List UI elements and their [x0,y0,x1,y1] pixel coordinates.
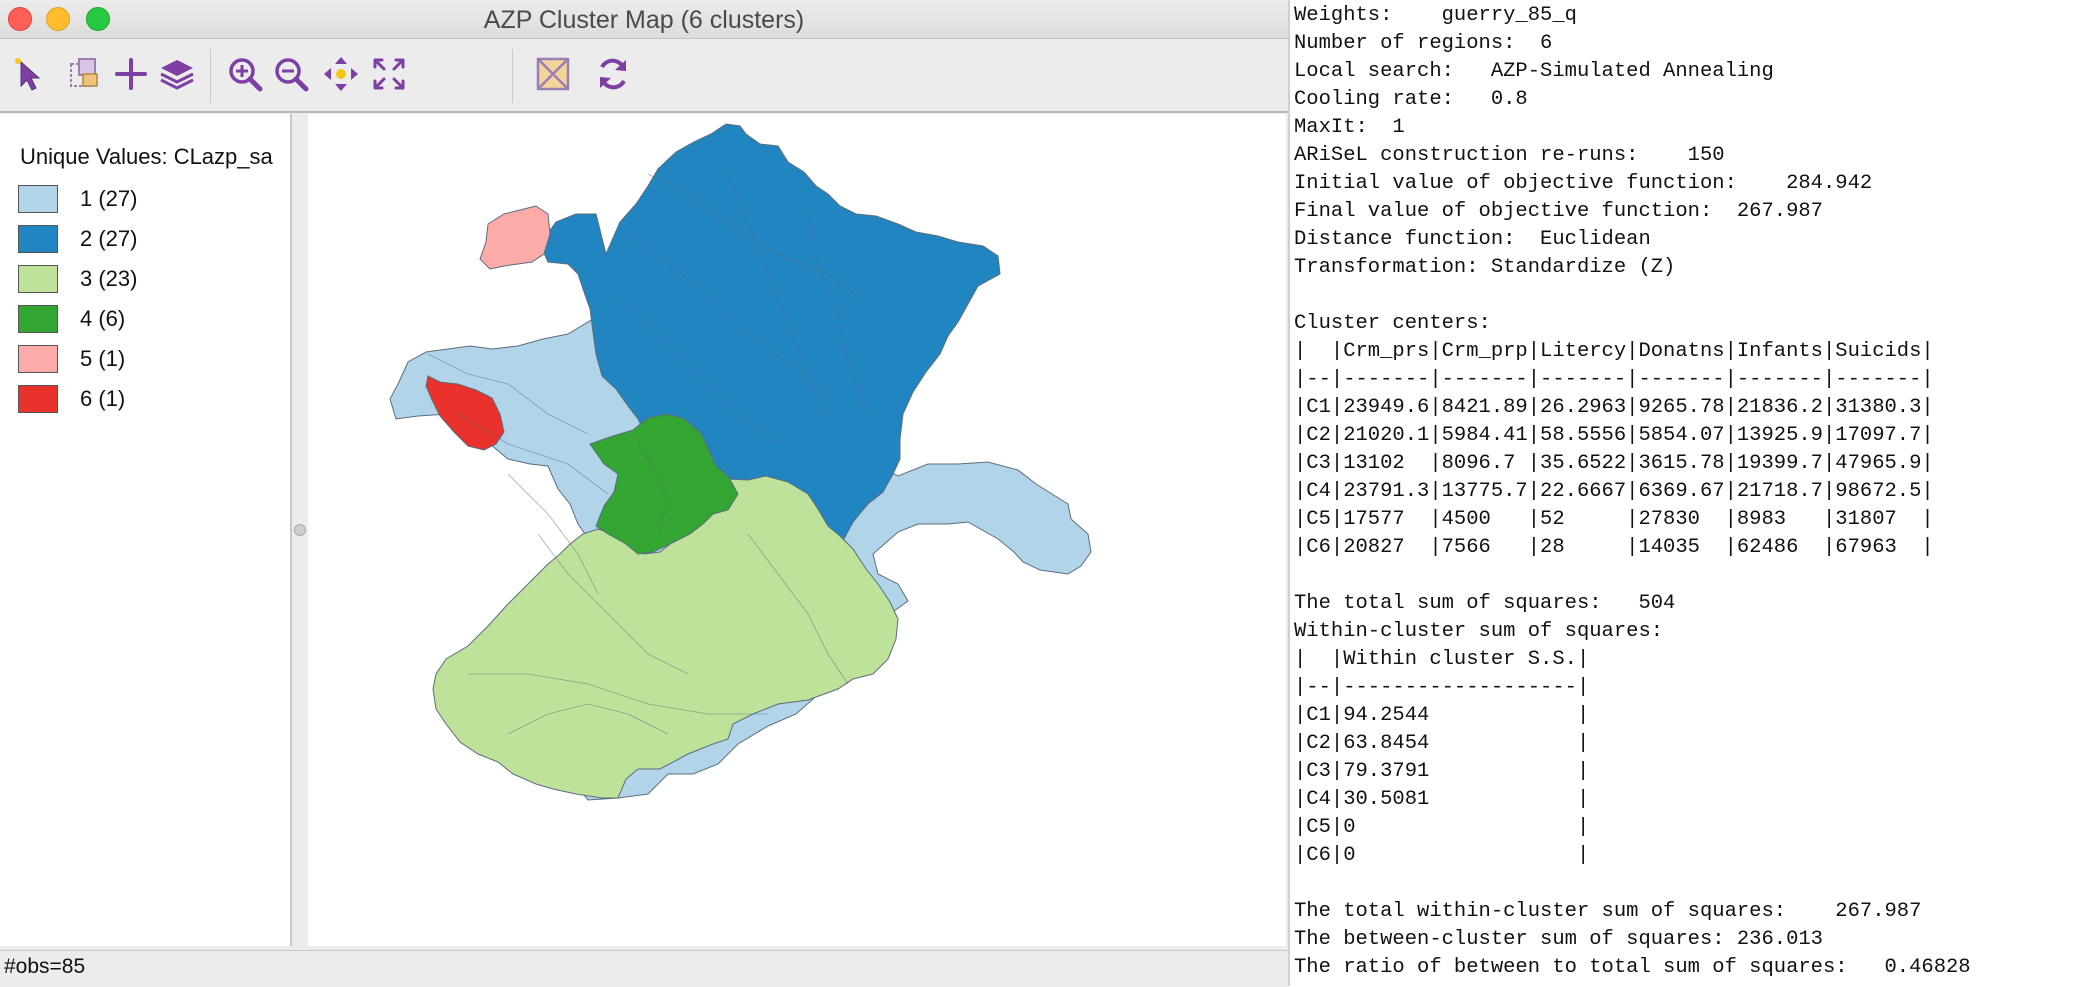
table-row: |C1|23949.6|8421.89|26.2963|9265.78|2183… [1294,396,1934,419]
report-line: Final value of objective function: 267.9… [1294,200,1823,223]
plus-icon [111,54,151,99]
report-line: ARiSeL construction re-runs: 150 [1294,144,1725,167]
pointer-icon [9,54,49,99]
table-row: |C5|17577 |4500 |52 |27830 |8983 |31807 … [1294,508,1934,531]
observation-count: #obs=85 [4,955,86,978]
table-row: | |Within cluster S.S.| [1294,648,1590,671]
map-toolbar [0,39,1288,113]
report-line: MaxIt: 1 [1294,116,1405,139]
legend-label: 1 (27) [80,186,138,211]
report-line [1294,870,1971,898]
legend-swatch-cluster-3 [18,265,58,293]
title-bar[interactable]: AZP Cluster Map (6 clusters) [0,0,1288,39]
basemap-button[interactable] [530,53,576,99]
table-row: | |Crm_prs|Crm_prp|Litercy|Donatns|Infan… [1294,340,1934,363]
legend-label: 5 (1) [80,346,126,371]
legend-swatch-cluster-5 [18,345,58,373]
table-row: |--|-------|-------|-------|-------|----… [1294,368,1934,391]
fit-extent-icon [369,54,409,99]
zoom-out-icon [271,54,311,99]
report-line: Local search: AZP-Simulated Annealing [1294,60,1774,83]
table-row: |C4|23791.3|13775.7|22.6667|6369.67|2171… [1294,480,1934,503]
table-row: |C6|20827 |7566 |28 |14035 |62486 |67963… [1294,536,1934,559]
legend-swatch-cluster-6 [18,385,58,413]
layers-button[interactable] [154,53,200,99]
table-row: |C6|0 | [1294,844,1590,867]
legend-label: 6 (1) [80,386,126,411]
table-row: |C2|63.8454 | [1294,732,1590,755]
zoom-in-icon [225,54,265,99]
select-tool-button[interactable] [6,53,52,99]
report-line: Number of regions: 6 [1294,32,1553,55]
table-row: |C4|30.5081 | [1294,788,1590,811]
refresh-icon [593,54,633,99]
report-line [1294,282,1971,310]
legend-title: Unique Values: CLazp_sa [20,144,273,169]
selection-shape-icon [65,54,105,99]
pan-icon [321,54,361,99]
panel-splitter[interactable] [292,114,308,946]
selection-shape-button[interactable] [62,53,108,99]
legend-swatch-cluster-4 [18,305,58,333]
report-line: The total within-cluster sum of squares:… [1294,900,1922,923]
table-row: |C1|94.2544 | [1294,704,1590,727]
pan-button[interactable] [318,53,364,99]
report-line: Transformation: Standardize (Z) [1294,256,1676,279]
report-line: Within-cluster sum of squares: [1294,620,1664,643]
add-button[interactable] [108,53,154,99]
refresh-button[interactable] [590,53,636,99]
table-row: |C3|79.3791 | [1294,760,1590,783]
cluster-report-panel[interactable]: Weights: guerry_85_q Number of regions: … [1288,0,2092,986]
report-line: Weights: guerry_85_q [1294,4,1577,27]
splitter-handle[interactable] [294,524,306,536]
legend-label: 3 (23) [80,266,138,291]
cluster-5-region[interactable] [479,205,551,270]
fit-extent-button[interactable] [366,53,412,99]
report-line: Initial value of objective function: 284… [1294,172,1873,195]
zoom-in-button[interactable] [222,53,268,99]
france-cluster-map[interactable] [308,114,1286,946]
report-line: Cluster centers: [1294,312,1491,335]
basemap-icon [533,54,573,99]
map-window: AZP Cluster Map (6 clusters) Unique Valu… [0,0,1288,987]
legend-swatch-cluster-2 [18,225,58,253]
window-title: AZP Cluster Map (6 clusters) [483,6,805,34]
legend-label: 2 (27) [80,226,138,251]
table-row: |C5|0 | [1294,816,1590,839]
legend-panel[interactable]: Unique Values: CLazp_sa 1 (27) 2 (27) 3 … [0,114,292,946]
report-line: Cooling rate: 0.8 [1294,88,1528,111]
report-line: Distance function: Euclidean [1294,228,1651,251]
table-row: |--|-------------------| [1294,676,1590,699]
legend-label: 4 (6) [80,306,126,331]
report-line: The total sum of squares: 504 [1294,592,1676,615]
report-text: Weights: guerry_85_q Number of regions: … [1294,2,1971,982]
map-canvas[interactable] [308,114,1286,946]
table-row: |C3|13102 |8096.7 |35.6522|3615.78|19399… [1294,452,1934,475]
report-line: The ratio of between to total sum of squ… [1294,956,1971,979]
toolbar-separator [512,49,513,103]
zoom-out-button[interactable] [268,53,314,99]
layers-icon [157,54,197,99]
toolbar-separator [210,49,211,103]
legend-swatch-cluster-1 [18,185,58,213]
status-bar: #obs=85 [0,950,1288,987]
report-line [1294,562,1971,590]
report-line: The between-cluster sum of squares: 236.… [1294,928,1823,951]
table-row: |C2|21020.1|5984.41|58.5556|5854.07|1392… [1294,424,1934,447]
